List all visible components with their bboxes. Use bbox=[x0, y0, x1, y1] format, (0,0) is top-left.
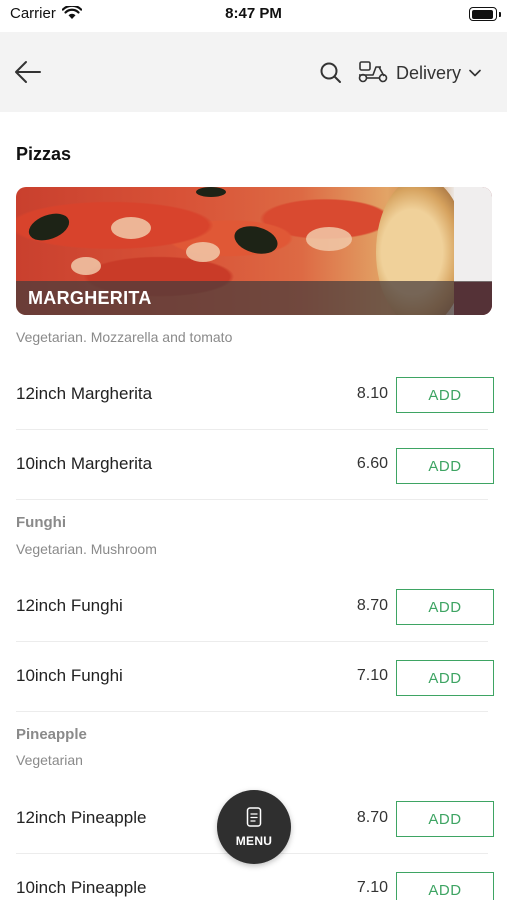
add-button[interactable]: ADD bbox=[396, 872, 494, 900]
hero-image-margherita: MARGHERITA bbox=[16, 187, 492, 315]
item-name: 12inch Funghi bbox=[16, 596, 123, 615]
group-title: Pineapple bbox=[16, 726, 87, 743]
status-bar: Carrier 8:47 PM bbox=[0, 0, 507, 32]
item-price: 6.60 bbox=[356, 455, 388, 472]
scooter-icon[interactable] bbox=[357, 59, 389, 85]
menu-item-row: 10inch Margherita 6.60 ADD bbox=[16, 430, 494, 500]
battery-icon bbox=[469, 7, 497, 21]
item-price: 8.70 bbox=[356, 597, 388, 614]
row-divider bbox=[16, 499, 488, 500]
item-price: 7.10 bbox=[356, 879, 388, 896]
group-description: Vegetarian bbox=[16, 752, 83, 768]
search-icon[interactable] bbox=[318, 60, 344, 86]
menu-fab-label: MENU bbox=[235, 834, 273, 848]
add-button[interactable]: ADD bbox=[396, 448, 494, 484]
menu-item-row: 10inch Funghi 7.10 ADD bbox=[16, 642, 494, 712]
group-description: Vegetarian. Mushroom bbox=[16, 541, 157, 557]
add-button[interactable]: ADD bbox=[396, 377, 494, 413]
hero-caption: MARGHERITA bbox=[28, 288, 152, 308]
item-name: 12inch Margherita bbox=[16, 384, 153, 403]
delivery-mode-label: Delivery bbox=[396, 62, 462, 83]
item-name: 10inch Margherita bbox=[16, 454, 153, 473]
item-name: 12inch Pineapple bbox=[16, 808, 147, 827]
delivery-mode-dropdown[interactable]: Delivery bbox=[396, 58, 481, 88]
menu-item-row: 12inch Margherita 8.10 ADD bbox=[16, 360, 494, 430]
add-button[interactable]: ADD bbox=[396, 589, 494, 625]
item-price: 7.10 bbox=[356, 667, 388, 684]
item-name: 10inch Pineapple bbox=[16, 878, 147, 897]
menu-fab-button[interactable]: MENU bbox=[217, 790, 291, 864]
row-divider bbox=[16, 711, 488, 712]
add-button[interactable]: ADD bbox=[396, 801, 494, 837]
top-nav-bar: Delivery bbox=[0, 32, 507, 112]
add-button[interactable]: ADD bbox=[396, 660, 494, 696]
chevron-down-icon bbox=[469, 69, 481, 77]
item-price: 8.70 bbox=[356, 809, 388, 826]
menu-card-icon bbox=[246, 807, 262, 827]
group-title: Funghi bbox=[16, 514, 66, 531]
hero-description: Vegetarian. Mozzarella and tomato bbox=[16, 329, 233, 345]
menu-item-row: 12inch Funghi 8.70 ADD bbox=[16, 572, 494, 642]
battery-tip bbox=[499, 12, 501, 17]
item-price: 8.10 bbox=[356, 385, 388, 402]
back-arrow-icon[interactable] bbox=[12, 56, 44, 88]
clock: 8:47 PM bbox=[225, 5, 282, 22]
item-name: 10inch Funghi bbox=[16, 666, 123, 685]
section-title: Pizzas bbox=[16, 144, 72, 164]
